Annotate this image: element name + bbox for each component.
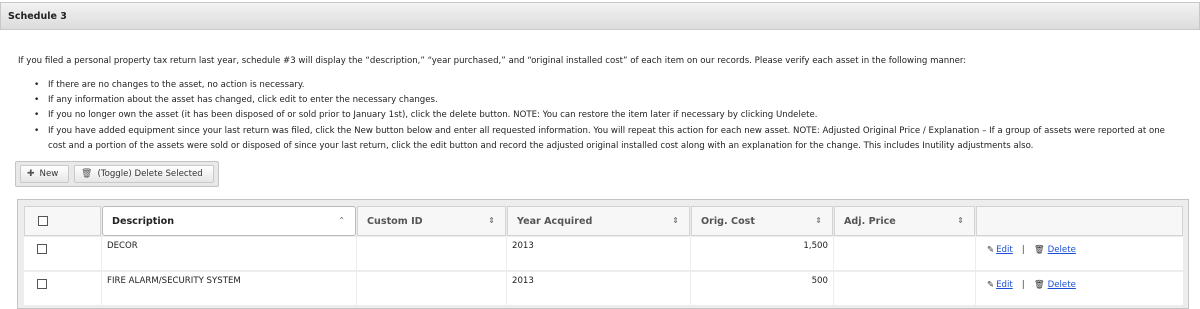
row-checkbox[interactable] bbox=[37, 279, 47, 289]
rule-item: If you no longer own the asset (it has b… bbox=[34, 108, 1174, 123]
pencil-icon: ✎ bbox=[987, 280, 995, 290]
caret-up-icon: ⌃ bbox=[338, 216, 345, 225]
plus-icon: ✚ bbox=[27, 169, 35, 179]
sort-icon: ⇕ bbox=[815, 216, 822, 225]
delete-label: Delete bbox=[1047, 245, 1076, 255]
column-label: Adj. Price bbox=[844, 215, 896, 227]
rule-item: If there are no changes to the asset, no… bbox=[34, 78, 1174, 93]
select-all-header bbox=[24, 206, 101, 236]
cell-actions: ✎ Edit | 🗑 Delete bbox=[976, 272, 1183, 305]
select-all-checkbox[interactable] bbox=[38, 216, 48, 226]
sort-icon: ⇕ bbox=[672, 216, 679, 225]
cell-actions: ✎ Edit | 🗑 Delete bbox=[976, 237, 1183, 270]
new-button-label: New bbox=[39, 169, 59, 179]
cell-year-acquired: 2013 bbox=[507, 272, 690, 305]
column-label: Description bbox=[112, 215, 175, 227]
cell-adj-price bbox=[834, 272, 975, 305]
column-header-actions bbox=[976, 206, 1183, 236]
panel-title: Schedule 3 bbox=[8, 10, 67, 22]
row-select-cell bbox=[24, 237, 101, 270]
pencil-icon: ✎ bbox=[987, 245, 995, 255]
new-button[interactable]: ✚ New bbox=[20, 165, 69, 183]
delete-label: Delete bbox=[1047, 280, 1076, 290]
edit-label: Edit bbox=[996, 245, 1013, 255]
rule-item: If you have added equipment since your l… bbox=[34, 124, 1174, 154]
cell-custom-id bbox=[357, 272, 506, 305]
panel-header: Schedule 3 bbox=[0, 2, 1200, 30]
sort-icon: ⇕ bbox=[488, 216, 495, 225]
trash-icon: 🗑 bbox=[1033, 245, 1045, 255]
assets-grid: Description ⌃ Custom ID ⇕ Year Acquired … bbox=[17, 199, 1189, 309]
cell-orig-cost: 500 bbox=[691, 272, 833, 305]
column-header-year-acquired[interactable]: Year Acquired ⇕ bbox=[507, 206, 690, 236]
trash-icon: 🗑 bbox=[1033, 280, 1045, 290]
column-header-custom-id[interactable]: Custom ID ⇕ bbox=[357, 206, 506, 236]
delete-link[interactable]: 🗑 Delete bbox=[1034, 280, 1076, 290]
edit-link[interactable]: ✎ Edit bbox=[987, 280, 1013, 290]
intro-text: If you filed a personal property tax ret… bbox=[18, 56, 967, 66]
grid-toolbar: ✚ New 🗑 (Toggle) Delete Selected bbox=[15, 161, 219, 187]
column-label: Orig. Cost bbox=[701, 215, 755, 227]
column-header-adj-price[interactable]: Adj. Price ⇕ bbox=[834, 206, 975, 236]
action-separator: | bbox=[1021, 280, 1025, 290]
cell-year-acquired: 2013 bbox=[507, 237, 690, 270]
delete-selected-button[interactable]: 🗑 (Toggle) Delete Selected bbox=[74, 165, 214, 183]
column-label: Custom ID bbox=[367, 215, 423, 227]
cell-adj-price bbox=[834, 237, 975, 270]
delete-selected-label: (Toggle) Delete Selected bbox=[97, 169, 203, 179]
cell-custom-id bbox=[357, 237, 506, 270]
sort-icon: ⇕ bbox=[957, 216, 964, 225]
column-header-orig-cost[interactable]: Orig. Cost ⇕ bbox=[691, 206, 833, 236]
trash-icon: 🗑 bbox=[81, 169, 93, 179]
rules-list: If there are no changes to the asset, no… bbox=[34, 78, 1174, 154]
cell-description: DECOR bbox=[102, 237, 356, 270]
edit-label: Edit bbox=[996, 280, 1013, 290]
rule-item: If any information about the asset has c… bbox=[34, 93, 1174, 108]
column-label: Year Acquired bbox=[517, 215, 593, 227]
row-checkbox[interactable] bbox=[37, 244, 47, 254]
action-separator: | bbox=[1021, 245, 1025, 255]
edit-link[interactable]: ✎ Edit bbox=[987, 245, 1013, 255]
delete-link[interactable]: 🗑 Delete bbox=[1034, 245, 1076, 255]
row-select-cell bbox=[24, 272, 101, 305]
cell-description: FIRE ALARM/SECURITY SYSTEM bbox=[102, 272, 356, 305]
column-header-description[interactable]: Description ⌃ bbox=[102, 206, 356, 236]
cell-orig-cost: 1,500 bbox=[691, 237, 833, 270]
